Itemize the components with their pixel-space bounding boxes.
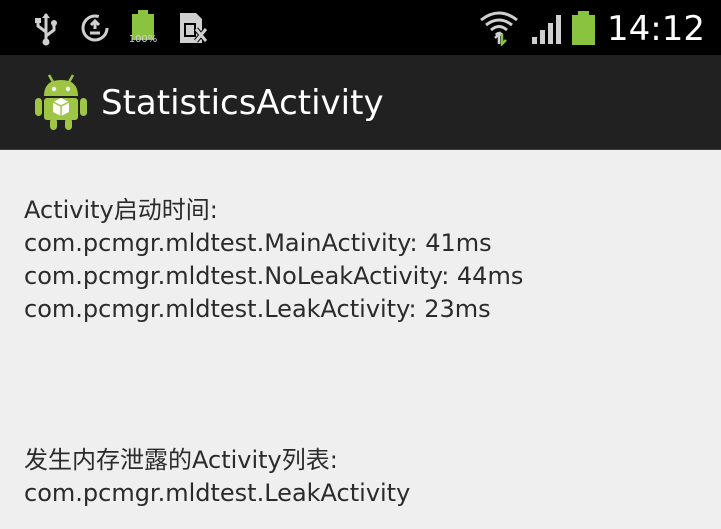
startup-entry: com.pcmgr.mldtest.MainActivity: 41ms	[24, 229, 492, 257]
battery-percent-label: 100%	[128, 34, 158, 45]
wifi-icon	[480, 11, 518, 46]
status-bar: 100% 14:12	[0, 0, 721, 55]
screen: 100% 14:12 StatisticsActivity Activity启动…	[0, 0, 721, 529]
signal-icon	[532, 15, 561, 44]
usb-icon	[35, 13, 57, 46]
sync-icon	[81, 14, 109, 42]
battery-icon	[572, 11, 595, 45]
status-clock: 14:12	[607, 9, 705, 49]
page-title: StatisticsActivity	[101, 83, 384, 123]
action-bar: StatisticsActivity	[0, 55, 721, 150]
startup-time-header: Activity启动时间:	[24, 196, 218, 224]
leak-list-section: 发生内存泄露的Activity列表: com.pcmgr.mldtest.Lea…	[24, 444, 714, 510]
leak-entry: com.pcmgr.mldtest.LeakActivity	[24, 479, 411, 507]
leak-list-header: 发生内存泄露的Activity列表:	[24, 446, 338, 474]
startup-entry: com.pcmgr.mldtest.LeakActivity: 23ms	[24, 295, 491, 323]
android-robot-icon[interactable]	[34, 72, 88, 132]
startup-entry: com.pcmgr.mldtest.NoLeakActivity: 44ms	[24, 262, 524, 290]
startup-time-section: Activity启动时间: com.pcmgr.mldtest.MainActi…	[24, 194, 714, 326]
sim-card-icon	[180, 13, 208, 43]
